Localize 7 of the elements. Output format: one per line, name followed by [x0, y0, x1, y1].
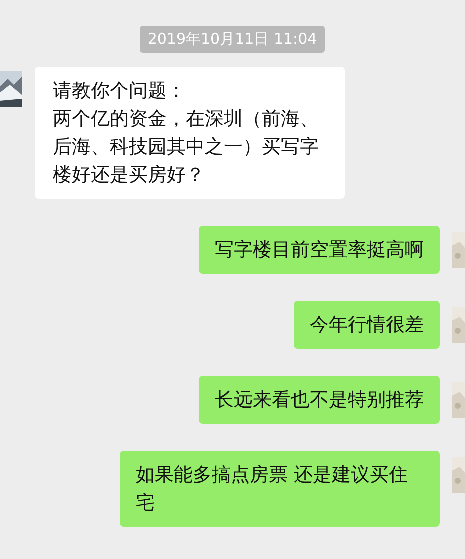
- message-text: 两个亿的资金，在深圳（前海、后海、科技园其中之一）买写字楼好还是买房好？: [53, 106, 320, 188]
- message-text: 今年行情很差: [310, 312, 424, 338]
- message-text: 长远来看也不是特别推荐: [215, 388, 424, 412]
- message-text: 如果能多搞点房票 还是建议买住宅: [136, 462, 410, 516]
- message-text: 请教你个问题：: [53, 78, 187, 104]
- timestamp: 2019年10月11日 11:04: [140, 26, 326, 52]
- message-text: 写字楼目前空置率挺高啊: [215, 238, 424, 262]
